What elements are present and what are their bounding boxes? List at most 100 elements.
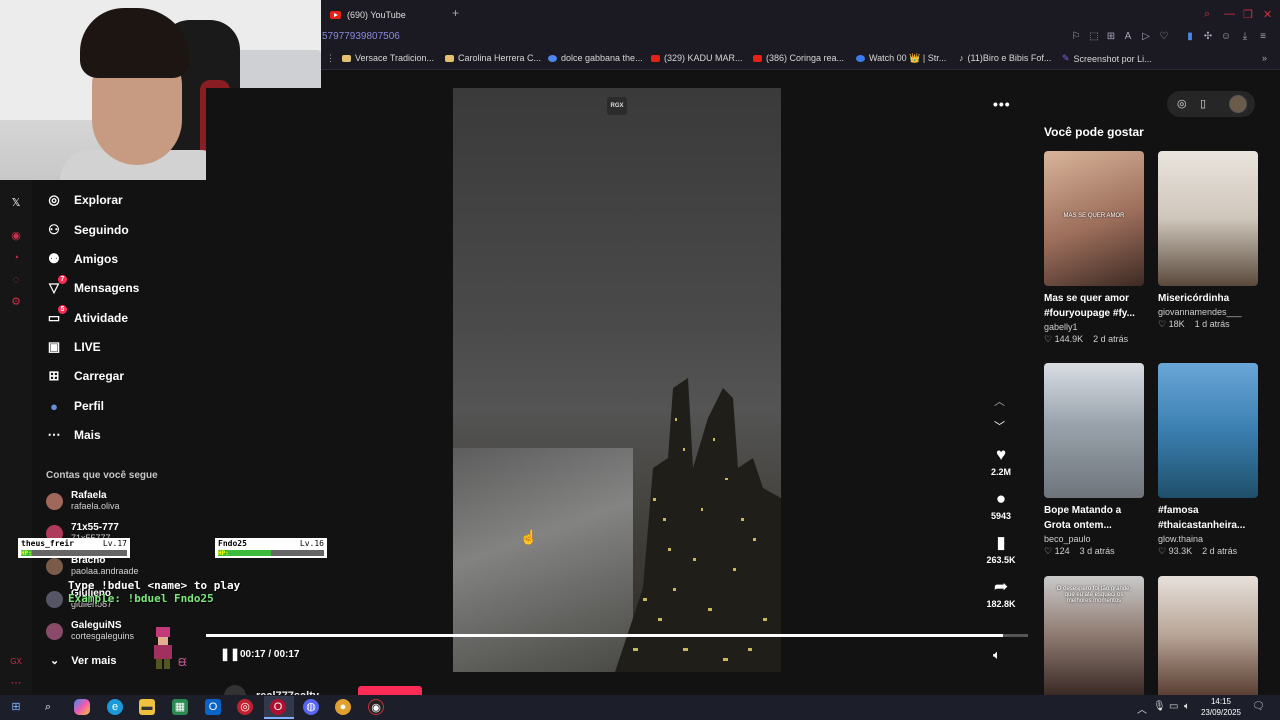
- restore-icon[interactable]: ❐: [1243, 8, 1253, 21]
- notification-icon[interactable]: 🗨︎: [1252, 701, 1265, 712]
- bookmark-item[interactable]: Watch 00 👑 | Str...: [856, 53, 946, 64]
- settings-icon[interactable]: ⚙: [9, 295, 23, 309]
- nav-atividade[interactable]: ▭ 5 Atividade: [46, 305, 129, 326]
- compass-icon[interactable]: ◎: [1177, 97, 1187, 110]
- followed-account[interactable]: GaleguiNS cortesgaleguins: [46, 620, 134, 642]
- nav-label: Carregar: [74, 369, 125, 383]
- age: 2 d atrás: [1202, 546, 1238, 556]
- bookmark-label: (386) Coringa rea...: [766, 53, 845, 63]
- obs-icon[interactable]: ◉: [368, 699, 384, 715]
- nav-carregar[interactable]: ⊞ Carregar: [46, 368, 124, 384]
- more-options-button[interactable]: •••: [993, 96, 1011, 112]
- play-circle-icon[interactable]: ◉: [9, 229, 23, 243]
- volume-icon[interactable]: 🔈︎: [993, 647, 1001, 663]
- heart-outline-icon[interactable]: ♡: [1158, 31, 1170, 43]
- pause-icon[interactable]: ❚❚: [220, 647, 240, 661]
- nav-mais[interactable]: ⋯ Mais: [46, 427, 101, 443]
- recommendation-card[interactable]: #famosa #thaicastanheira... glow.thaina ♡…: [1158, 363, 1258, 557]
- heart-outline-icon: ♡: [1158, 319, 1167, 329]
- video-player[interactable]: [453, 88, 781, 672]
- like-button[interactable]: ♥ 2.2M: [986, 445, 1016, 477]
- close-icon[interactable]: ✕: [1263, 8, 1272, 21]
- bookmarks-overflow-icon[interactable]: ⋮: [326, 53, 335, 64]
- nav-live[interactable]: ▣ LIVE: [46, 339, 101, 355]
- friends-icon: ⚉: [48, 251, 60, 266]
- clock-time: 14:15: [1210, 697, 1232, 706]
- microphone-icon[interactable]: 🎙︎: [1153, 701, 1166, 712]
- bookmark-icon[interactable]: ⚐: [1070, 31, 1082, 43]
- comment-button[interactable]: ● 5943: [986, 489, 1016, 521]
- opera-gx-icon[interactable]: ◎: [237, 699, 253, 715]
- copilot-icon[interactable]: [74, 699, 90, 715]
- extensions-grid-icon[interactable]: ⊞: [1105, 31, 1117, 43]
- play-icon[interactable]: ▷: [1140, 31, 1152, 43]
- nav-explorar[interactable]: ◎ Explorar: [46, 192, 122, 208]
- screenshot-icon[interactable]: ⬚: [1088, 31, 1100, 43]
- bookmark-item[interactable]: ✎ Screenshot por Li...: [1062, 53, 1152, 64]
- volume-icon[interactable]: 🔈︎: [1184, 701, 1190, 712]
- more-dots-icon[interactable]: ⋯: [9, 676, 23, 690]
- edge-icon[interactable]: e: [107, 699, 123, 715]
- nav-mensagens[interactable]: ▽ 7 Mensagens: [46, 275, 139, 296]
- see-more-button[interactable]: ⌄ Ver mais: [50, 654, 116, 668]
- chat-icon[interactable]: ◌: [9, 273, 23, 287]
- network-icon[interactable]: ▭: [1169, 701, 1178, 712]
- followed-account[interactable]: Rafaela rafaela.oliva: [46, 490, 120, 512]
- bookmark-label: dolce gabbana the...: [561, 53, 643, 63]
- recommendation-card[interactable]: Misericórdinha giovannamendes___ ♡ 18K 1 …: [1158, 151, 1258, 330]
- windows-start-icon[interactable]: ⊞: [8, 699, 24, 715]
- nav-label: Atividade: [74, 311, 129, 325]
- profile-icon[interactable]: ☺: [1220, 31, 1232, 43]
- nav-label: Mais: [74, 428, 101, 442]
- minimize-icon[interactable]: —: [1224, 8, 1235, 20]
- video-thumbnail: O desespero foi tão grande, que eu até e…: [1044, 576, 1144, 695]
- bookmark-item[interactable]: Versace Tradicion...: [342, 53, 434, 63]
- bookmark-label: (11)Biro e Bibis Fof...: [967, 53, 1052, 63]
- taskbar-clock[interactable]: 14:15 23/09/2025: [1196, 696, 1246, 718]
- url-text[interactable]: 57977939807506: [322, 31, 400, 42]
- new-tab-button[interactable]: +: [452, 6, 459, 20]
- opera-icon[interactable]: O: [270, 699, 286, 715]
- device-icon[interactable]: ▯: [1200, 97, 1206, 110]
- video-watermark: RGX: [607, 97, 627, 115]
- search-icon[interactable]: ⌕: [40, 699, 56, 715]
- bookmark-item[interactable]: (386) Coringa rea...: [753, 53, 844, 63]
- menu-icon[interactable]: ≡: [1257, 31, 1269, 43]
- recommendation-card[interactable]: Bope Matando a Grota ontem... beco_paulo …: [1044, 363, 1144, 557]
- user-avatar[interactable]: [1229, 95, 1247, 113]
- bookmark-item[interactable]: ♪ (11)Biro e Bibis Fof...: [959, 53, 1051, 63]
- clock-icon[interactable]: ◔: [9, 251, 23, 265]
- store-icon[interactable]: ▦: [172, 699, 188, 715]
- puzzle-icon[interactable]: ✣: [1202, 31, 1214, 43]
- recommendation-card[interactable]: O desespero foi tão grande, que eu até e…: [1044, 576, 1144, 695]
- app-icon[interactable]: ●: [335, 699, 351, 715]
- translate-icon[interactable]: A: [1122, 31, 1134, 43]
- file-explorer-icon[interactable]: ▬: [139, 699, 155, 715]
- nav-seguindo[interactable]: ⚇ Seguindo: [46, 222, 129, 238]
- live-tv-icon: ▣: [47, 339, 61, 354]
- share-button[interactable]: ➦ 182.8K: [986, 577, 1016, 609]
- recommendation-card[interactable]: MAS SE QUER AMOR Mas se quer amor #fouryo…: [1044, 151, 1144, 345]
- save-count: 263.5K: [986, 555, 1016, 565]
- browser-tab-youtube[interactable]: (690) YouTube: [322, 4, 470, 26]
- gx-icon[interactable]: GX: [9, 655, 23, 669]
- bookmarks-more-icon[interactable]: »: [1262, 53, 1267, 63]
- phone-icon[interactable]: ▮: [1184, 31, 1196, 43]
- tray-expand-icon[interactable]: ︿: [1137, 701, 1147, 716]
- x-twitter-icon[interactable]: 𝕏: [9, 196, 23, 210]
- bookmark-item[interactable]: Carolina Herrera C...: [445, 53, 541, 63]
- save-button[interactable]: ▮ 263.5K: [986, 533, 1016, 565]
- nav-perfil[interactable]: ● Perfil: [46, 398, 104, 414]
- chevron-up-icon[interactable]: ︿: [994, 393, 1005, 409]
- bookmark-item[interactable]: dolce gabbana the...: [548, 53, 643, 63]
- followed-account[interactable]: Bracho paolaa.andraade: [46, 555, 139, 577]
- outlook-icon[interactable]: O: [205, 699, 221, 715]
- download-icon[interactable]: ⤓: [1239, 31, 1251, 43]
- discord-icon[interactable]: ◍: [303, 699, 319, 715]
- nav-amigos[interactable]: ⚉ Amigos: [46, 251, 118, 267]
- chevron-down-icon: ⌄: [50, 655, 60, 667]
- search-icon[interactable]: ⌕: [1204, 8, 1210, 21]
- chevron-down-icon[interactable]: ﹀: [994, 418, 1005, 434]
- recommendation-card[interactable]: [1158, 576, 1258, 695]
- bookmark-item[interactable]: (329) KADU MAR...: [651, 53, 743, 63]
